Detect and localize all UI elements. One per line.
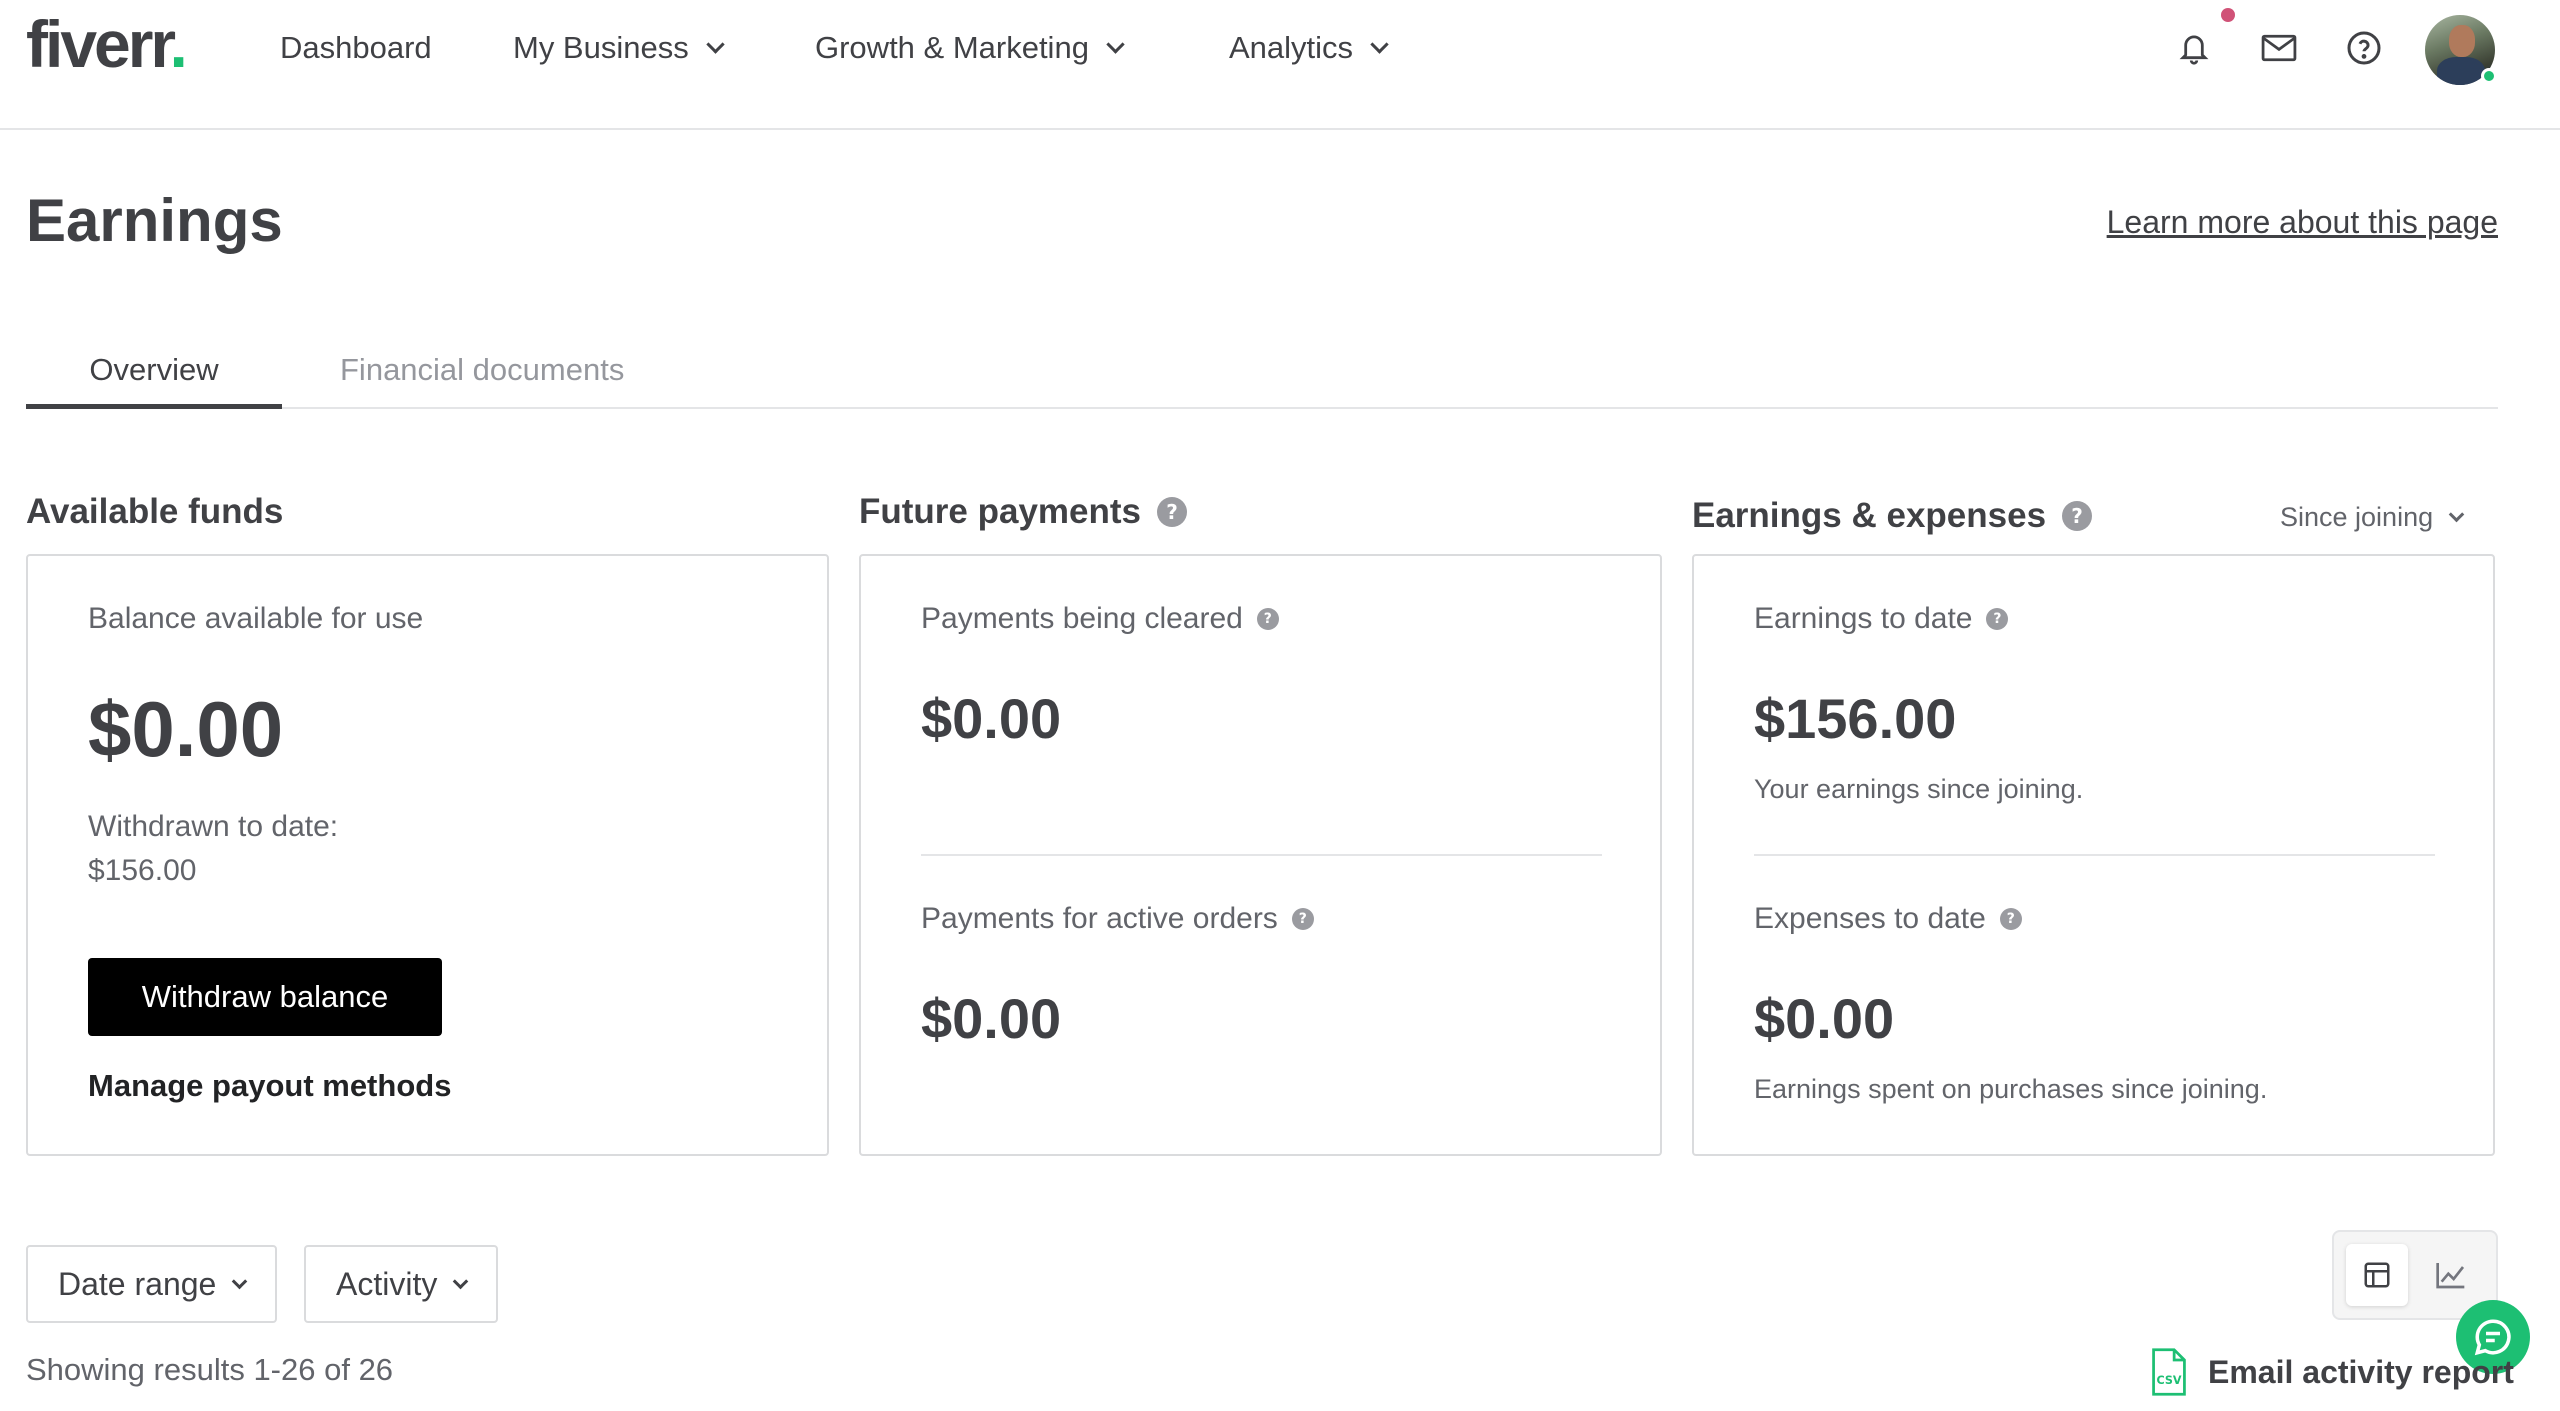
- withdraw-balance-button[interactable]: Withdraw balance: [88, 958, 442, 1036]
- envelope-icon[interactable]: [2259, 28, 2299, 68]
- withdrawn-amount: $156.00: [88, 854, 197, 887]
- active-tab-indicator: [26, 404, 282, 409]
- chevron-down-icon: [232, 1273, 248, 1289]
- date-range-filter[interactable]: Date range: [26, 1245, 278, 1323]
- card-divider: [1754, 854, 2435, 856]
- svg-text:CSV: CSV: [2157, 1374, 2182, 1387]
- manage-payout-methods-link[interactable]: Manage payout methods: [88, 1068, 451, 1104]
- active-orders-amount: $0.00: [921, 987, 1062, 1050]
- help-icon[interactable]: [2344, 28, 2384, 68]
- line-chart-icon: [2436, 1263, 2465, 1289]
- balance-label: Balance available for use: [88, 602, 424, 635]
- email-activity-report-link[interactable]: CSV Email activity report: [2150, 1348, 2514, 1396]
- nav-my-business[interactable]: My Business: [513, 28, 725, 68]
- nav-dashboard-label: Dashboard: [280, 30, 432, 65]
- active-orders-label: Payments for active orders ?: [921, 902, 1314, 936]
- earnings-note: Your earnings since joining.: [1754, 774, 2084, 804]
- earnings-to-date-label: Earnings to date ?: [1754, 602, 2009, 636]
- available-funds-card: Balance available for use $0.00 Withdraw…: [26, 554, 829, 1156]
- earnings-expenses-card: Earnings to date ? $156.00 Your earnings…: [1692, 554, 2495, 1156]
- table-icon: [2364, 1262, 2390, 1288]
- chevron-down-icon: [706, 34, 725, 54]
- nav-dashboard[interactable]: Dashboard: [280, 28, 432, 68]
- period-select-value: Since joining: [2280, 502, 2434, 532]
- expenses-note: Earnings spent on purchases since joinin…: [1754, 1074, 2268, 1104]
- expenses-to-date-amount: $0.00: [1754, 987, 1895, 1050]
- help-icon[interactable]: ?: [1986, 608, 2009, 630]
- chevron-down-icon: [2448, 506, 2465, 523]
- balance-amount: $0.00: [88, 685, 284, 773]
- help-icon[interactable]: ?: [1256, 608, 1279, 630]
- table-view-button[interactable]: [2346, 1244, 2408, 1306]
- nav-my-business-label: My Business: [513, 30, 689, 65]
- nav-analytics[interactable]: Analytics: [1229, 28, 1389, 68]
- nav-growth-marketing[interactable]: Growth & Marketing: [815, 28, 1125, 68]
- tab-overview[interactable]: Overview: [26, 352, 282, 388]
- future-payments-card: Payments being cleared ? $0.00 Payments …: [859, 554, 1662, 1156]
- results-count: Showing results 1-26 of 26: [26, 1352, 394, 1387]
- csv-file-icon: CSV: [2152, 1348, 2186, 1396]
- nav-growth-marketing-label: Growth & Marketing: [815, 30, 1089, 65]
- expenses-to-date-label: Expenses to date ?: [1754, 902, 2022, 936]
- period-select[interactable]: Since joining: [2280, 502, 2465, 533]
- activity-filter[interactable]: Activity: [304, 1245, 499, 1323]
- page-title: Earnings: [26, 187, 283, 254]
- payments-cleared-label: Payments being cleared ?: [921, 602, 1279, 636]
- chevron-down-icon: [1106, 34, 1125, 54]
- bell-icon[interactable]: [2174, 28, 2214, 68]
- email-activity-report-label: Email activity report: [2208, 1353, 2514, 1390]
- date-range-label: Date range: [58, 1265, 217, 1302]
- help-icon[interactable]: ?: [2062, 501, 2093, 531]
- help-icon[interactable]: ?: [1999, 908, 2022, 930]
- help-icon[interactable]: ?: [1291, 908, 1314, 930]
- available-funds-title: Available funds: [26, 492, 284, 531]
- tab-financial-documents[interactable]: Financial documents: [340, 352, 624, 388]
- top-navigation-bar: fiverr. Dashboard My Business Growth & M…: [0, 0, 2560, 130]
- nav-analytics-label: Analytics: [1229, 30, 1354, 65]
- earnings-to-date-amount: $156.00: [1754, 687, 1957, 750]
- payments-cleared-amount: $0.00: [921, 687, 1062, 750]
- future-payments-title: Future payments ?: [859, 492, 1187, 532]
- learn-more-link[interactable]: Learn more about this page: [2107, 204, 2498, 241]
- earnings-expenses-title: Earnings & expenses ?: [1692, 496, 2093, 536]
- activity-label: Activity: [336, 1265, 438, 1302]
- chart-view-button[interactable]: [2420, 1244, 2482, 1306]
- tabs-divider: [26, 407, 2498, 409]
- help-icon[interactable]: ?: [1157, 497, 1187, 527]
- chevron-down-icon: [453, 1273, 469, 1289]
- card-divider: [921, 854, 1602, 856]
- notification-dot: [2221, 8, 2235, 22]
- withdrawn-label: Withdrawn to date:: [88, 810, 339, 843]
- fiverr-logo[interactable]: fiverr.: [26, 6, 188, 82]
- online-status-dot: [2481, 68, 2497, 84]
- chevron-down-icon: [1370, 34, 1389, 54]
